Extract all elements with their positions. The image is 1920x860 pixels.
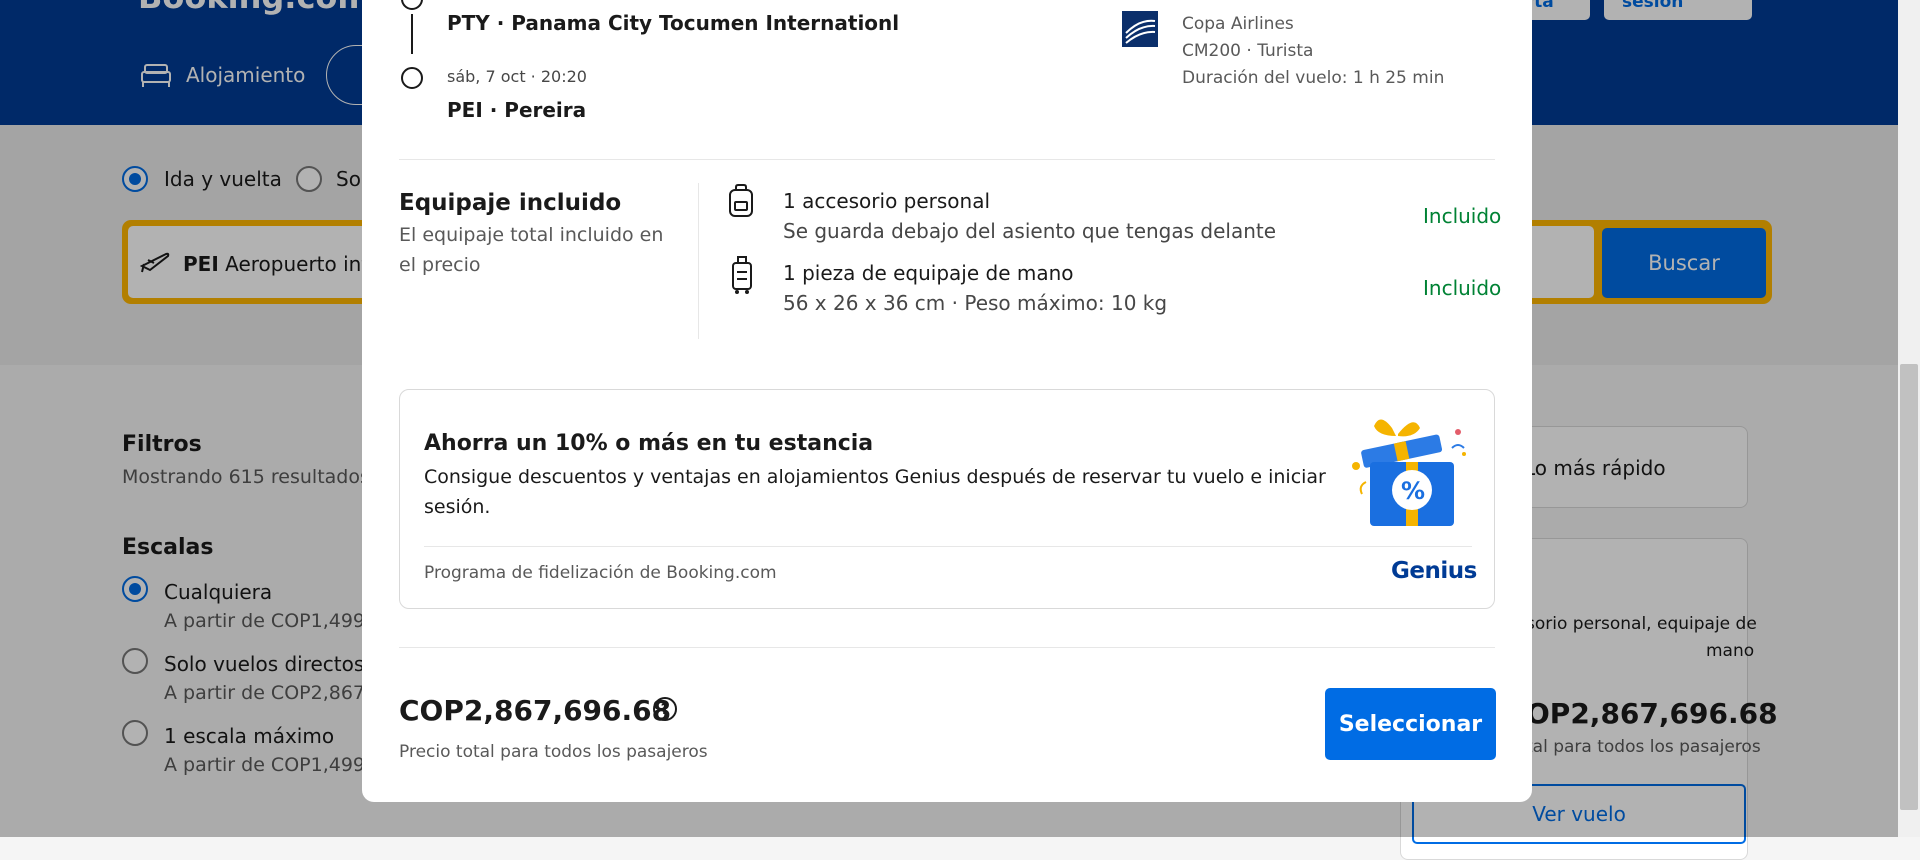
divider	[424, 546, 1472, 547]
genius-body-line1: Consigue descuentos y ventajas en alojam…	[424, 466, 1326, 488]
copa-airlines-logo-icon	[1122, 11, 1158, 47]
baggage-status: Incluido	[1423, 204, 1502, 228]
genius-footer: Programa de fidelización de Booking.com	[424, 563, 777, 583]
baggage-item-name: 1 pieza de equipaje de mano	[783, 261, 1074, 285]
help-icon[interactable]: ?	[653, 697, 677, 721]
baggage-vertical-divider	[698, 183, 699, 339]
arrival-time: sáb, 7 oct · 20:20	[447, 67, 587, 86]
genius-title: Ahorra un 10% o más en tu estancia	[424, 431, 874, 456]
baggage-item-detail: Se guarda debajo del asiento que tengas …	[783, 219, 1277, 243]
genius-logo: Genius	[1391, 558, 1477, 584]
itinerary-line	[411, 14, 413, 54]
arrival-airport: PEI · Pereira	[447, 98, 587, 122]
baggage-subtitle-line2: el precio	[399, 254, 481, 276]
baggage-item-detail: 56 x 26 x 36 cm · Peso máximo: 10 kg	[783, 291, 1168, 315]
genius-body-line2: sesión.	[424, 496, 491, 518]
airline-name: Copa Airlines	[1182, 14, 1294, 34]
select-flight-button[interactable]: Seleccionar	[1325, 688, 1496, 760]
baggage-status: Incluido	[1423, 276, 1502, 300]
baggage-title: Equipaje incluido	[399, 190, 622, 216]
departure-airport: PTY · Panama City Tocumen Internationl	[447, 11, 900, 35]
divider	[399, 159, 1495, 160]
page-scrollbar-thumb[interactable]	[1900, 364, 1918, 810]
flight-duration: Duración del vuelo: 1 h 25 min	[1182, 68, 1445, 88]
baggage-item-name: 1 accesorio personal	[783, 189, 991, 213]
genius-badge-percent: %	[1401, 477, 1426, 505]
baggage-subtitle-line1: El equipaje total incluido en	[399, 224, 664, 246]
gift-box-icon	[1352, 419, 1466, 526]
divider	[399, 647, 1495, 648]
carry-on-suitcase-icon	[732, 256, 752, 294]
total-price: COP2,867,696.68	[399, 694, 672, 727]
flight-number-class: CM200 · Turista	[1182, 41, 1314, 61]
price-note: Precio total para todos los pasajeros	[399, 742, 708, 762]
personal-item-bag-icon	[729, 184, 753, 217]
arrival-dot	[401, 67, 423, 89]
